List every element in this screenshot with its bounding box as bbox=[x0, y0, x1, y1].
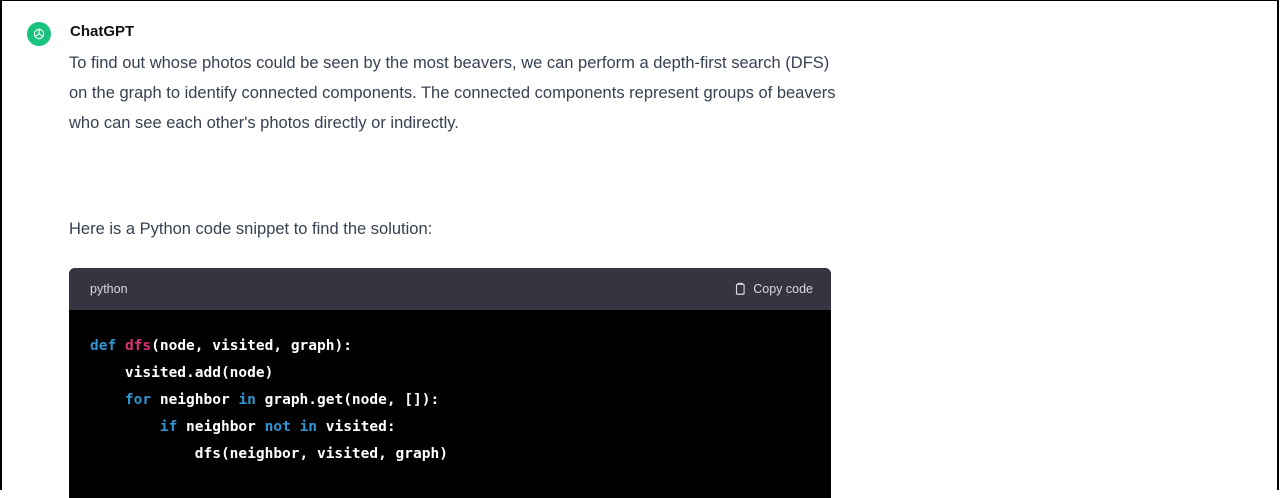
code-keyword: in bbox=[238, 392, 256, 408]
code-token: dfs(neighbor, visited, graph) bbox=[90, 446, 448, 462]
code-keyword: if bbox=[159, 419, 178, 435]
code-keyword: def bbox=[90, 338, 117, 354]
message-paragraph: Here is a Python code snippet to find th… bbox=[69, 220, 433, 238]
copy-code-button[interactable]: Copy code bbox=[733, 282, 813, 296]
code-token: graph.get(node, []): bbox=[255, 392, 440, 408]
code-header: python Copy code bbox=[69, 268, 831, 310]
code-line: def dfs(node, visited, graph): bbox=[90, 333, 831, 360]
code-keyword: not bbox=[264, 419, 291, 435]
code-function-name: dfs bbox=[124, 338, 152, 354]
message-paragraph: To find out whose photos could be seen b… bbox=[69, 54, 836, 132]
code-keyword: in bbox=[299, 419, 318, 435]
code-token: visited: bbox=[317, 419, 396, 435]
openai-logo-icon bbox=[27, 22, 51, 46]
code-token: visited.add(node) bbox=[90, 365, 274, 381]
code-block: python Copy code def dfs(node, visited, … bbox=[69, 268, 831, 498]
code-content: def dfs(node, visited, graph): visited.a… bbox=[69, 310, 831, 468]
clipboard-icon bbox=[736, 282, 745, 295]
code-line: for neighbor in graph.get(node, []): bbox=[90, 387, 831, 414]
code-line: visited.add(node) bbox=[90, 360, 831, 387]
code-line: if neighbor not in visited: bbox=[90, 414, 831, 441]
message-author: ChatGPT bbox=[70, 23, 135, 40]
copy-code-label: Copy code bbox=[753, 282, 813, 296]
code-token: (node, visited, graph): bbox=[151, 338, 352, 354]
code-token: neighbor bbox=[151, 392, 239, 408]
code-keyword: for bbox=[124, 392, 152, 408]
code-language-label: python bbox=[90, 282, 128, 296]
code-line: dfs(neighbor, visited, graph) bbox=[90, 441, 831, 468]
code-token: neighbor bbox=[177, 419, 265, 435]
